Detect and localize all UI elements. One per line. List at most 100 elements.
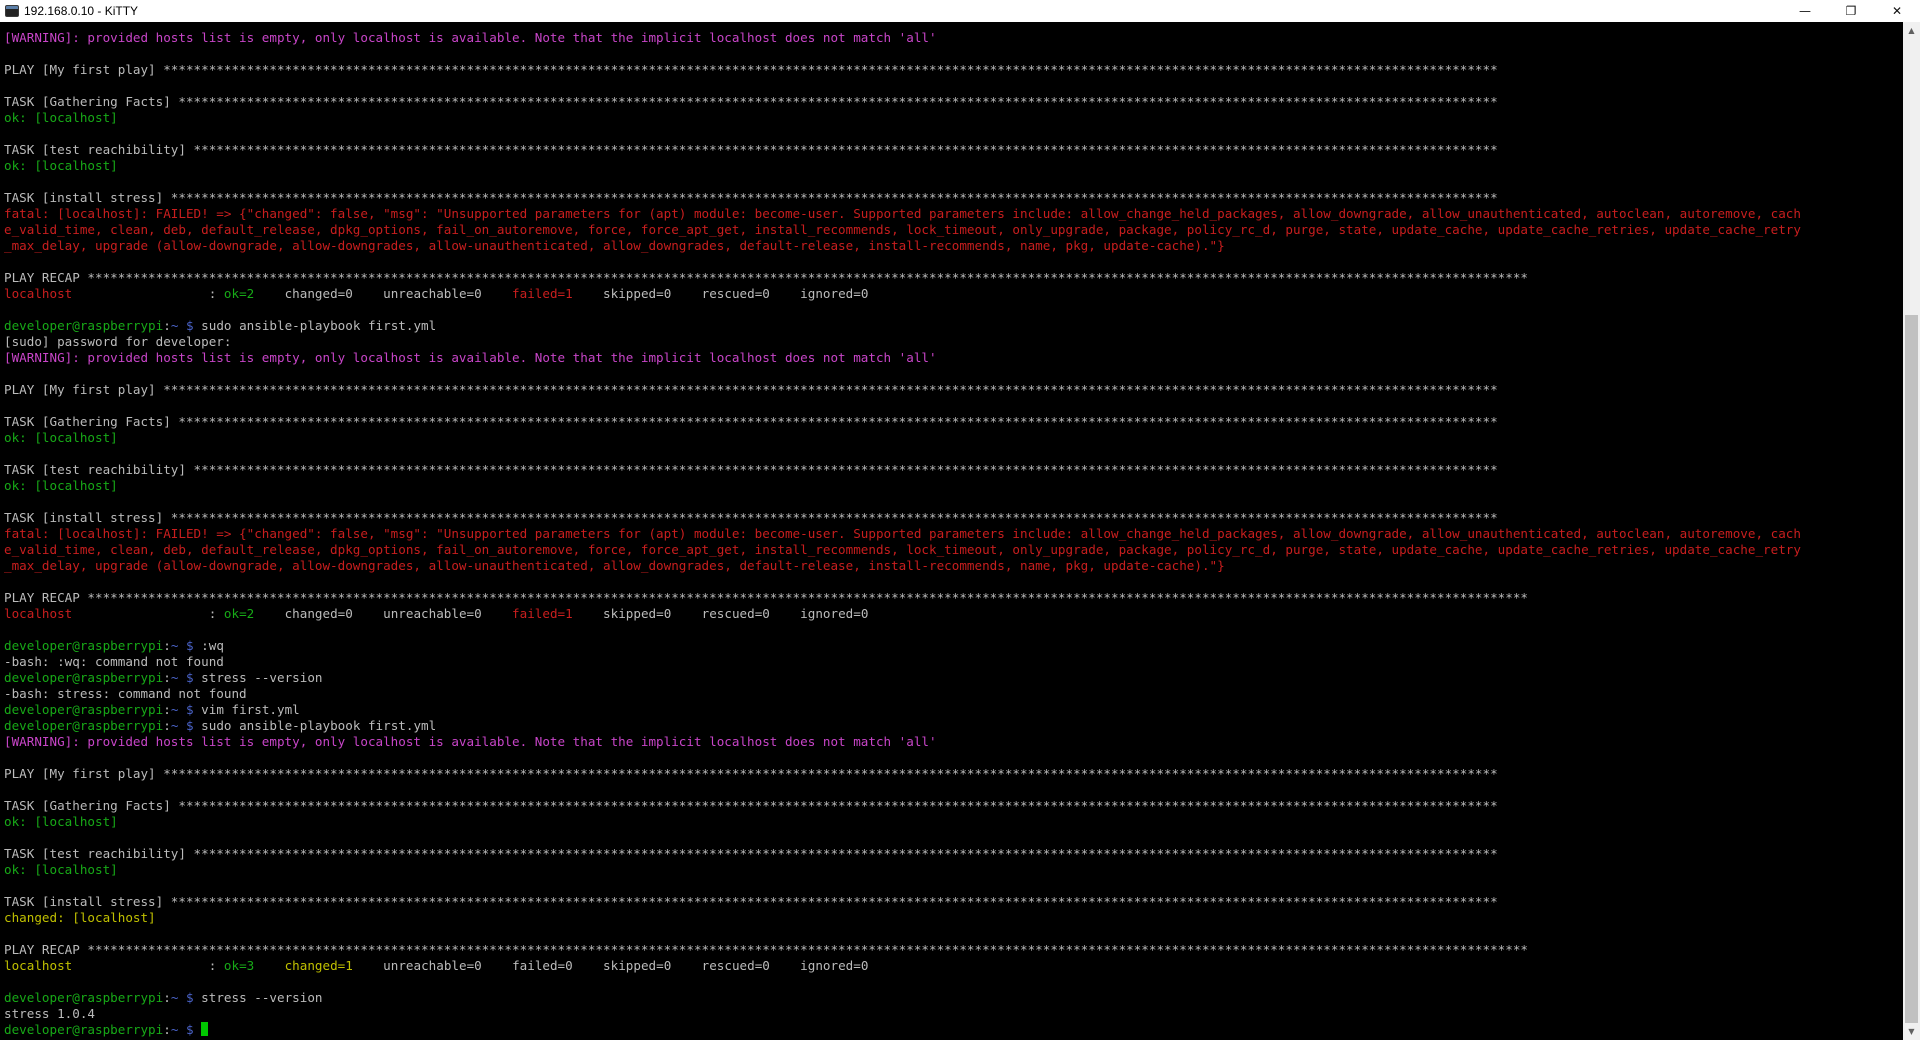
terminal-text-segment: stress --version [201, 990, 323, 1005]
terminal-text-segment: TASK [test reachibility] ***************… [4, 142, 1498, 157]
terminal-area[interactable]: [WARNING]: provided hosts list is empty,… [0, 22, 1903, 1040]
terminal-text-segment: localhost [4, 606, 73, 621]
terminal-line: e_valid_time, clean, deb, default_releas… [4, 542, 1801, 558]
terminal-line: ok: [localhost] [4, 158, 1801, 174]
terminal-text-segment: sudo ansible-playbook first.yml [201, 718, 437, 733]
terminal-text-segment: PLAY RECAP *****************************… [4, 270, 1528, 285]
terminal-text-segment: ok: [localhost] [4, 862, 118, 877]
terminal-line: ok: [localhost] [4, 478, 1801, 494]
terminal-text-segment: [WARNING]: provided hosts list is empty,… [4, 30, 937, 45]
terminal-text-segment: $ [178, 718, 202, 733]
terminal-line: developer@raspberrypi:~ $ sudo ansible-p… [4, 718, 1801, 734]
terminal-line: developer@raspberrypi:~ $ sudo ansible-p… [4, 318, 1801, 334]
title-bar[interactable]: 192.168.0.10 - KiTTY — ❐ ✕ [0, 0, 1920, 22]
restore-button[interactable]: ❐ [1828, 0, 1874, 22]
terminal-line: ok: [localhost] [4, 814, 1801, 830]
terminal-text-segment: : [72, 286, 224, 301]
terminal-text-segment: localhost [4, 958, 73, 973]
terminal-text-segment: :wq [201, 638, 224, 653]
terminal-text-segment: $ [178, 990, 202, 1005]
scroll-up-arrow-icon[interactable]: ▲ [1903, 22, 1920, 39]
terminal-line: -bash: stress: command not found [4, 686, 1801, 702]
terminal-line: developer@raspberrypi:~ $ stress --versi… [4, 670, 1801, 686]
terminal-line: PLAY [My first play] *******************… [4, 766, 1801, 782]
terminal-text-segment: TASK [Gathering Facts] *****************… [4, 798, 1498, 813]
terminal-line: [WARNING]: provided hosts list is empty,… [4, 734, 1801, 750]
terminal-text-segment: : [163, 638, 171, 653]
terminal-line: PLAY [My first play] *******************… [4, 62, 1801, 78]
terminal-line: _max_delay, upgrade (allow-downgrade, al… [4, 558, 1801, 574]
terminal-text-segment: ok=3 [223, 958, 255, 973]
terminal-line: TASK [install stress] ******************… [4, 894, 1801, 910]
terminal-line: TASK [install stress] ******************… [4, 190, 1801, 206]
terminal-text-segment: skipped=0 rescued=0 ignored=0 [572, 606, 869, 621]
terminal-line: localhost : ok=2 changed=0 unreachable=0… [4, 286, 1801, 302]
terminal-text-segment: : [163, 718, 171, 733]
terminal-line: fatal: [localhost]: FAILED! => {"changed… [4, 526, 1801, 542]
terminal-text-segment: _max_delay, upgrade (allow-downgrade, al… [4, 238, 1225, 253]
terminal-text-segment: failed=1 [512, 286, 573, 301]
terminal-text-segment: PLAY [My first play] *******************… [4, 382, 1498, 397]
terminal-line: TASK [Gathering Facts] *****************… [4, 798, 1801, 814]
scrollbar-thumb[interactable] [1905, 315, 1918, 1023]
terminal-text-segment: stress --version [201, 670, 323, 685]
scroll-down-arrow-icon[interactable]: ▼ [1903, 1023, 1920, 1040]
terminal-text-segment: changed=0 unreachable=0 [254, 606, 513, 621]
terminal-text-segment: changed=1 [284, 958, 353, 973]
close-button[interactable]: ✕ [1874, 0, 1920, 22]
terminal-line: TASK [install stress] ******************… [4, 510, 1801, 526]
kitty-app-icon[interactable] [5, 5, 19, 17]
terminal-text-segment: changed=0 unreachable=0 [254, 286, 513, 301]
terminal-text-segment: TASK [install stress] ******************… [4, 510, 1498, 525]
terminal-text-segment: ok: [localhost] [4, 478, 118, 493]
terminal-output: [WARNING]: provided hosts list is empty,… [4, 30, 1801, 1038]
terminal-line: -bash: :wq: command not found [4, 654, 1801, 670]
terminal-text-segment: vim first.yml [201, 702, 300, 717]
terminal-text-segment: developer@raspberrypi [4, 670, 164, 685]
terminal-line: fatal: [localhost]: FAILED! => {"changed… [4, 206, 1801, 222]
terminal-text-segment: $ [178, 702, 202, 717]
terminal-line: PLAY RECAP *****************************… [4, 270, 1801, 286]
terminal-line: stress 1.0.4 [4, 1006, 1801, 1022]
terminal-text-segment: _max_delay, upgrade (allow-downgrade, al… [4, 558, 1225, 573]
terminal-line: developer@raspberrypi:~ $ stress --versi… [4, 990, 1801, 1006]
terminal-text-segment: e_valid_time, clean, deb, default_releas… [4, 542, 1801, 557]
vertical-scrollbar[interactable]: ▲ ▼ [1903, 22, 1920, 1040]
terminal-text-segment: [WARNING]: provided hosts list is empty,… [4, 734, 937, 749]
terminal-text-segment: [WARNING]: provided hosts list is empty,… [4, 350, 937, 365]
terminal-text-segment: TASK [test reachibility] ***************… [4, 846, 1498, 861]
terminal-text-segment: unreachable=0 failed=0 skipped=0 rescued… [352, 958, 869, 973]
terminal-text-segment: : [72, 606, 224, 621]
terminal-text-segment: : [163, 670, 171, 685]
terminal-line: ok: [localhost] [4, 430, 1801, 446]
terminal-line: ok: [localhost] [4, 862, 1801, 878]
terminal-text-segment: : [163, 318, 171, 333]
terminal-line: ok: [localhost] [4, 110, 1801, 126]
terminal-text-segment: ok: [localhost] [4, 814, 118, 829]
terminal-text-segment: ok=2 [223, 286, 255, 301]
terminal-text-segment: : [163, 702, 171, 717]
terminal-text-segment: fatal: [localhost]: FAILED! => {"changed… [4, 206, 1801, 221]
terminal-text-segment: ok=2 [223, 606, 255, 621]
minimize-button[interactable]: — [1782, 0, 1828, 22]
terminal-text-segment: developer@raspberrypi [4, 990, 164, 1005]
terminal-line: developer@raspberrypi:~ $ [4, 1022, 1801, 1038]
terminal-text-segment: developer@raspberrypi [4, 318, 164, 333]
window-controls: — ❐ ✕ [1782, 0, 1920, 22]
terminal-line: _max_delay, upgrade (allow-downgrade, al… [4, 238, 1801, 254]
terminal-text-segment: PLAY RECAP *****************************… [4, 942, 1528, 957]
terminal-line: [sudo] password for developer: [4, 334, 1801, 350]
terminal-text-segment: sudo ansible-playbook first.yml [201, 318, 437, 333]
terminal-line: developer@raspberrypi:~ $ vim first.yml [4, 702, 1801, 718]
